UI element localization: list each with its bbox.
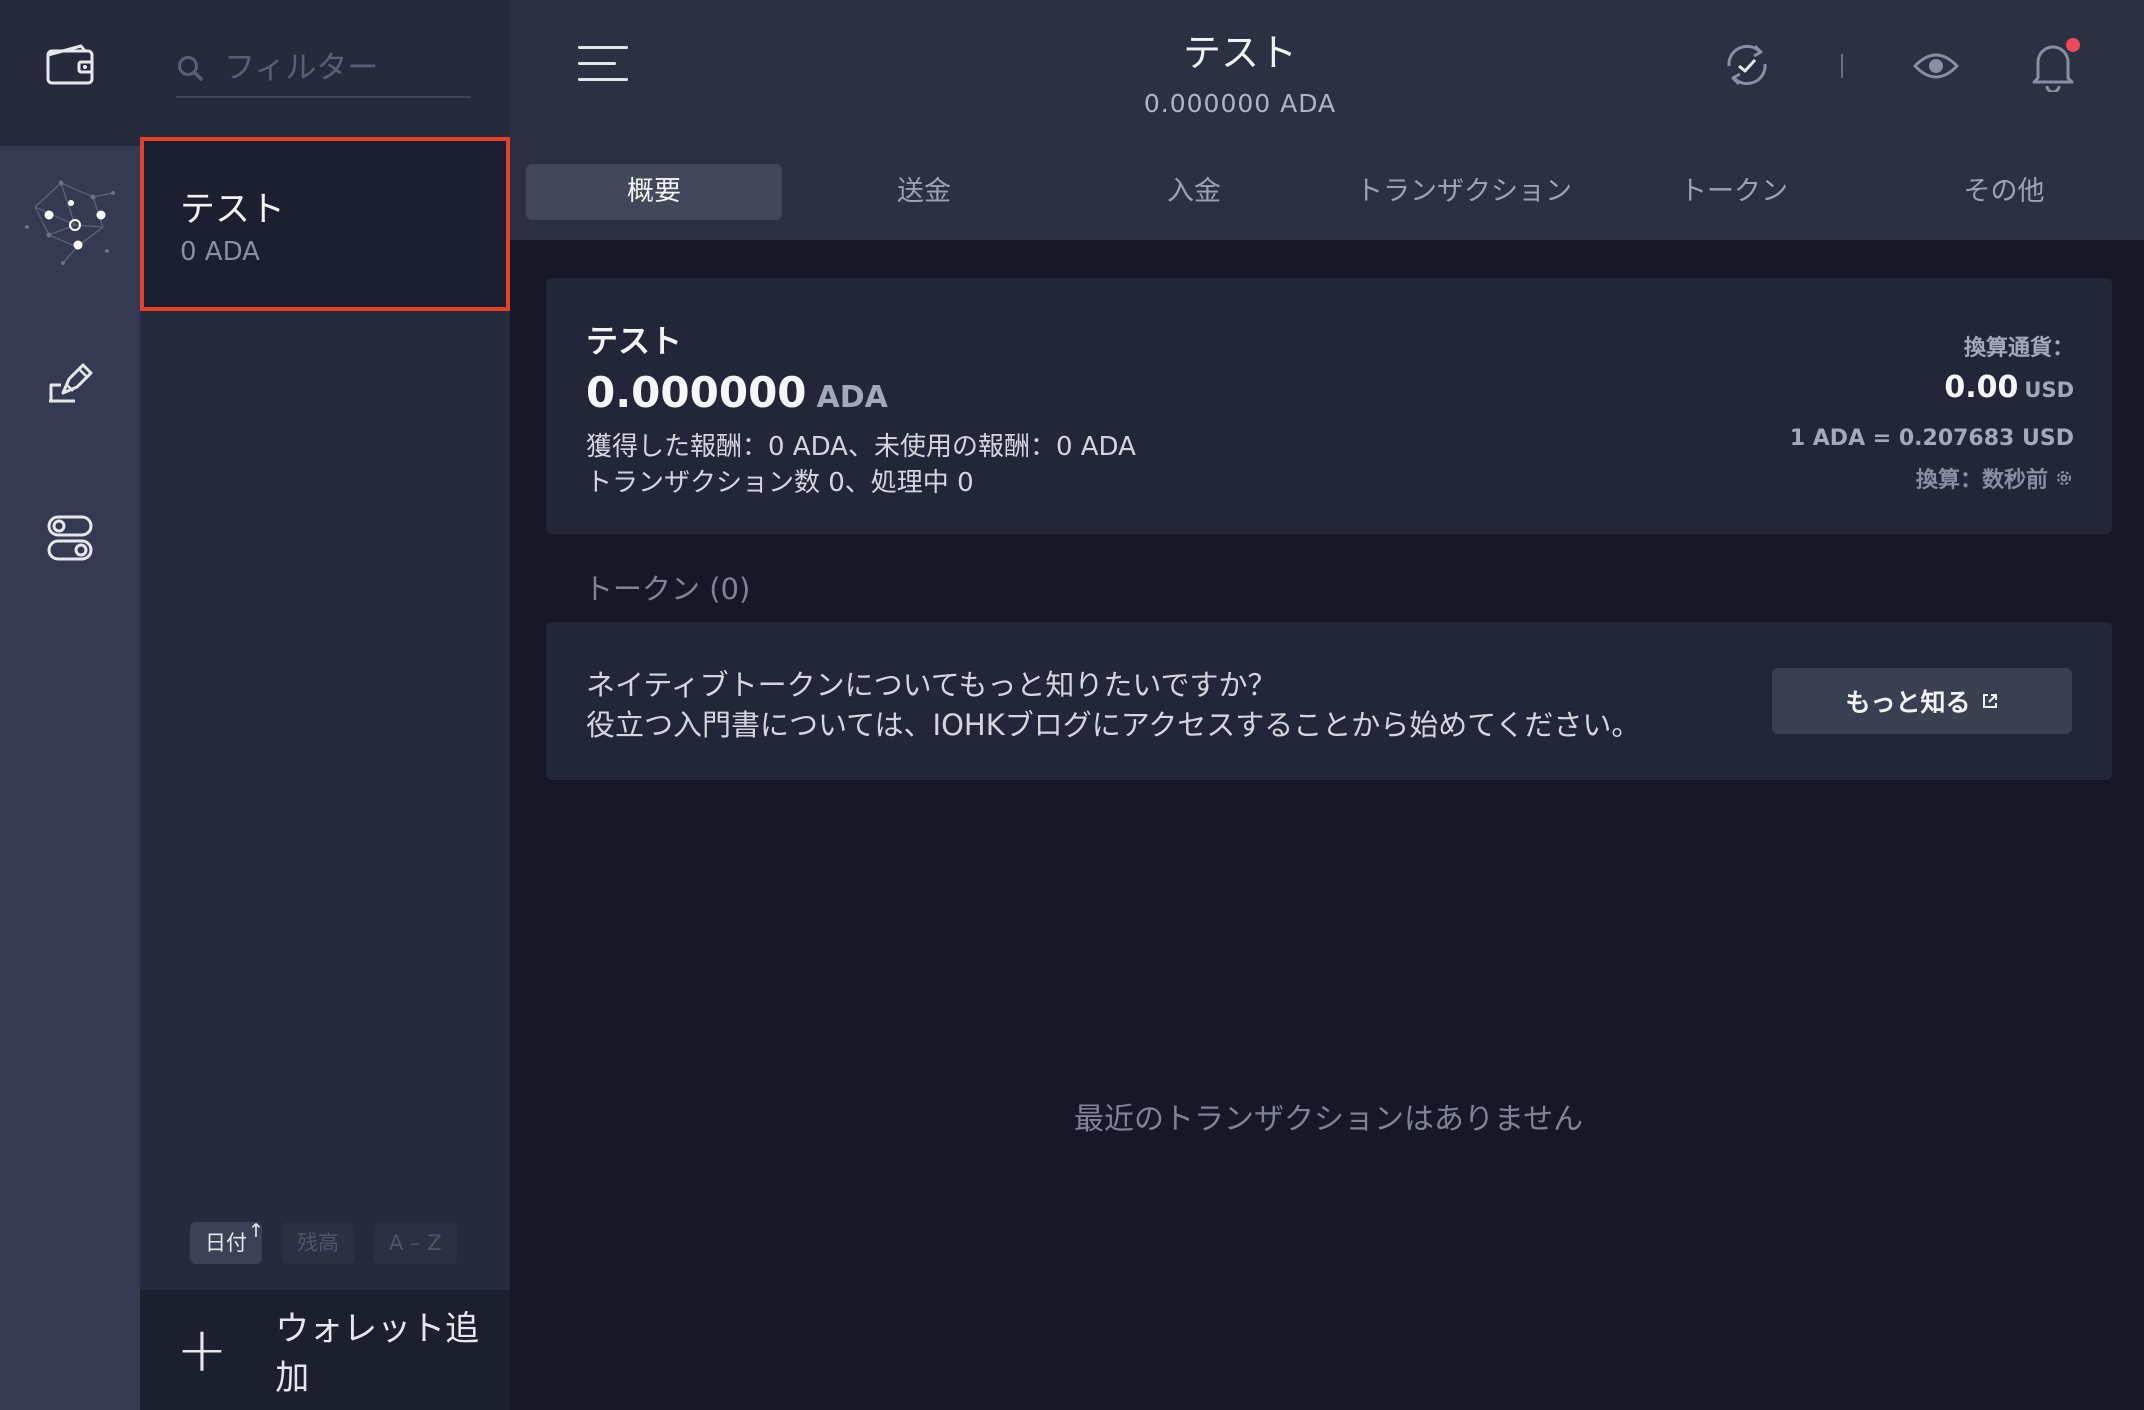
tokens-info-line-2: 役立つ入門書については、IOHKブログにアクセスすることから始めてください。: [586, 708, 1641, 742]
header-divider: [1841, 54, 1843, 78]
hamburger-icon: [578, 46, 628, 49]
gear-icon[interactable]: [2054, 468, 2074, 488]
wallet-tabs: 概要 送金 入金 トランザクション トークン その他: [526, 164, 2144, 220]
sync-icon[interactable]: [1722, 36, 1772, 94]
wallet-icon: [46, 44, 94, 85]
tab-tokens[interactable]: トークン: [1606, 164, 1862, 220]
tokens-info-card: ネイティブトークンについてもっと知りたいですか？ 役立つ入門書については、IOH…: [546, 622, 2112, 780]
staking-network-icon: [25, 180, 115, 265]
filter-input[interactable]: [224, 50, 454, 86]
tab-transactions[interactable]: トランザクション: [1336, 164, 1592, 220]
tab-receive[interactable]: 入金: [1066, 164, 1322, 220]
sort-bar: 日付 ↑ 残高 A – Z: [190, 1220, 457, 1264]
tab-send[interactable]: 送金: [796, 164, 1052, 220]
add-wallet-label: ウォレット追加: [275, 1309, 480, 1398]
exchange-rate: 1 ADA = 0.207683 USD: [1789, 426, 2074, 451]
hamburger-line: [578, 78, 628, 81]
add-wallet-button[interactable]: + ウォレット追加: [140, 1290, 510, 1410]
updated-text: 換算：数秒前: [1915, 468, 2048, 493]
converted-balance: 0.00 USD: [1944, 370, 2074, 405]
empty-transactions-message: 最近のトランザクションはありません: [1074, 1102, 1584, 1137]
wallet-item[interactable]: テスト 0 ADA: [140, 137, 510, 311]
tab-summary[interactable]: 概要: [526, 164, 782, 220]
search-icon: [178, 56, 203, 81]
transactions-count: トランザクション数 0、処理中 0: [586, 468, 974, 498]
eye-icon[interactable]: [1912, 46, 1960, 86]
wallet-item-balance: 0 ADA: [180, 237, 260, 267]
converted-unit: USD: [2024, 378, 2074, 402]
balance-unit: ADA: [816, 380, 888, 415]
tab-more[interactable]: その他: [1876, 164, 2132, 220]
voting-icon: [49, 363, 93, 403]
summary-balance: 0.000000 ADA: [586, 368, 888, 417]
sort-balance-button[interactable]: 残高: [282, 1222, 354, 1264]
menu-toggle-button[interactable]: [578, 44, 628, 84]
sort-date-button[interactable]: 日付 ↑: [190, 1220, 264, 1264]
wallet-filter: [176, 40, 471, 98]
balance-value: 0.000000: [586, 368, 807, 417]
tokens-header: トークン (0): [584, 572, 751, 606]
tokens-info-line-1: ネイティブトークンについてもっと知りたいですか？: [586, 668, 1277, 702]
header-title: テスト: [1182, 31, 1297, 75]
wallet-item-name: テスト: [180, 190, 286, 230]
currency-label: 換算通貨：: [1963, 336, 2074, 361]
icon-rail: [0, 0, 140, 1410]
settings-nav-button[interactable]: [0, 478, 140, 598]
wallet-summary-card: テスト 0.000000 ADA 獲得した報酬：0 ADA、未使用の報酬：0 AD…: [546, 278, 2112, 534]
wallets-nav-button[interactable]: [0, 5, 140, 125]
learn-more-label: もっと知る: [1845, 688, 1971, 717]
converted-value: 0.00: [1944, 370, 2019, 405]
sort-az-button[interactable]: A – Z: [374, 1222, 457, 1264]
header-balance: 0.000000 ADA: [1143, 89, 1337, 118]
rewards-text: 獲得した報酬：0 ADA、未使用の報酬：0 ADA: [586, 432, 1136, 462]
settings-toggle-icon: [47, 515, 93, 561]
voting-nav-button[interactable]: [0, 320, 140, 440]
hamburger-line: [578, 62, 616, 65]
plus-icon: +: [176, 1313, 228, 1386]
conversion-updated: 換算：数秒前: [1916, 462, 2074, 494]
external-link-icon: [1982, 694, 1997, 708]
learn-more-button[interactable]: もっと知る: [1772, 668, 2072, 734]
notification-badge: [2066, 38, 2080, 52]
sort-date-label: 日付: [205, 1231, 247, 1255]
sort-arrow-icon: ↑: [248, 1220, 264, 1242]
staking-nav-button[interactable]: [0, 158, 140, 282]
summary-wallet-name: テスト: [586, 322, 683, 360]
wallet-header: テスト 0.000000 ADA: [1060, 22, 1420, 118]
